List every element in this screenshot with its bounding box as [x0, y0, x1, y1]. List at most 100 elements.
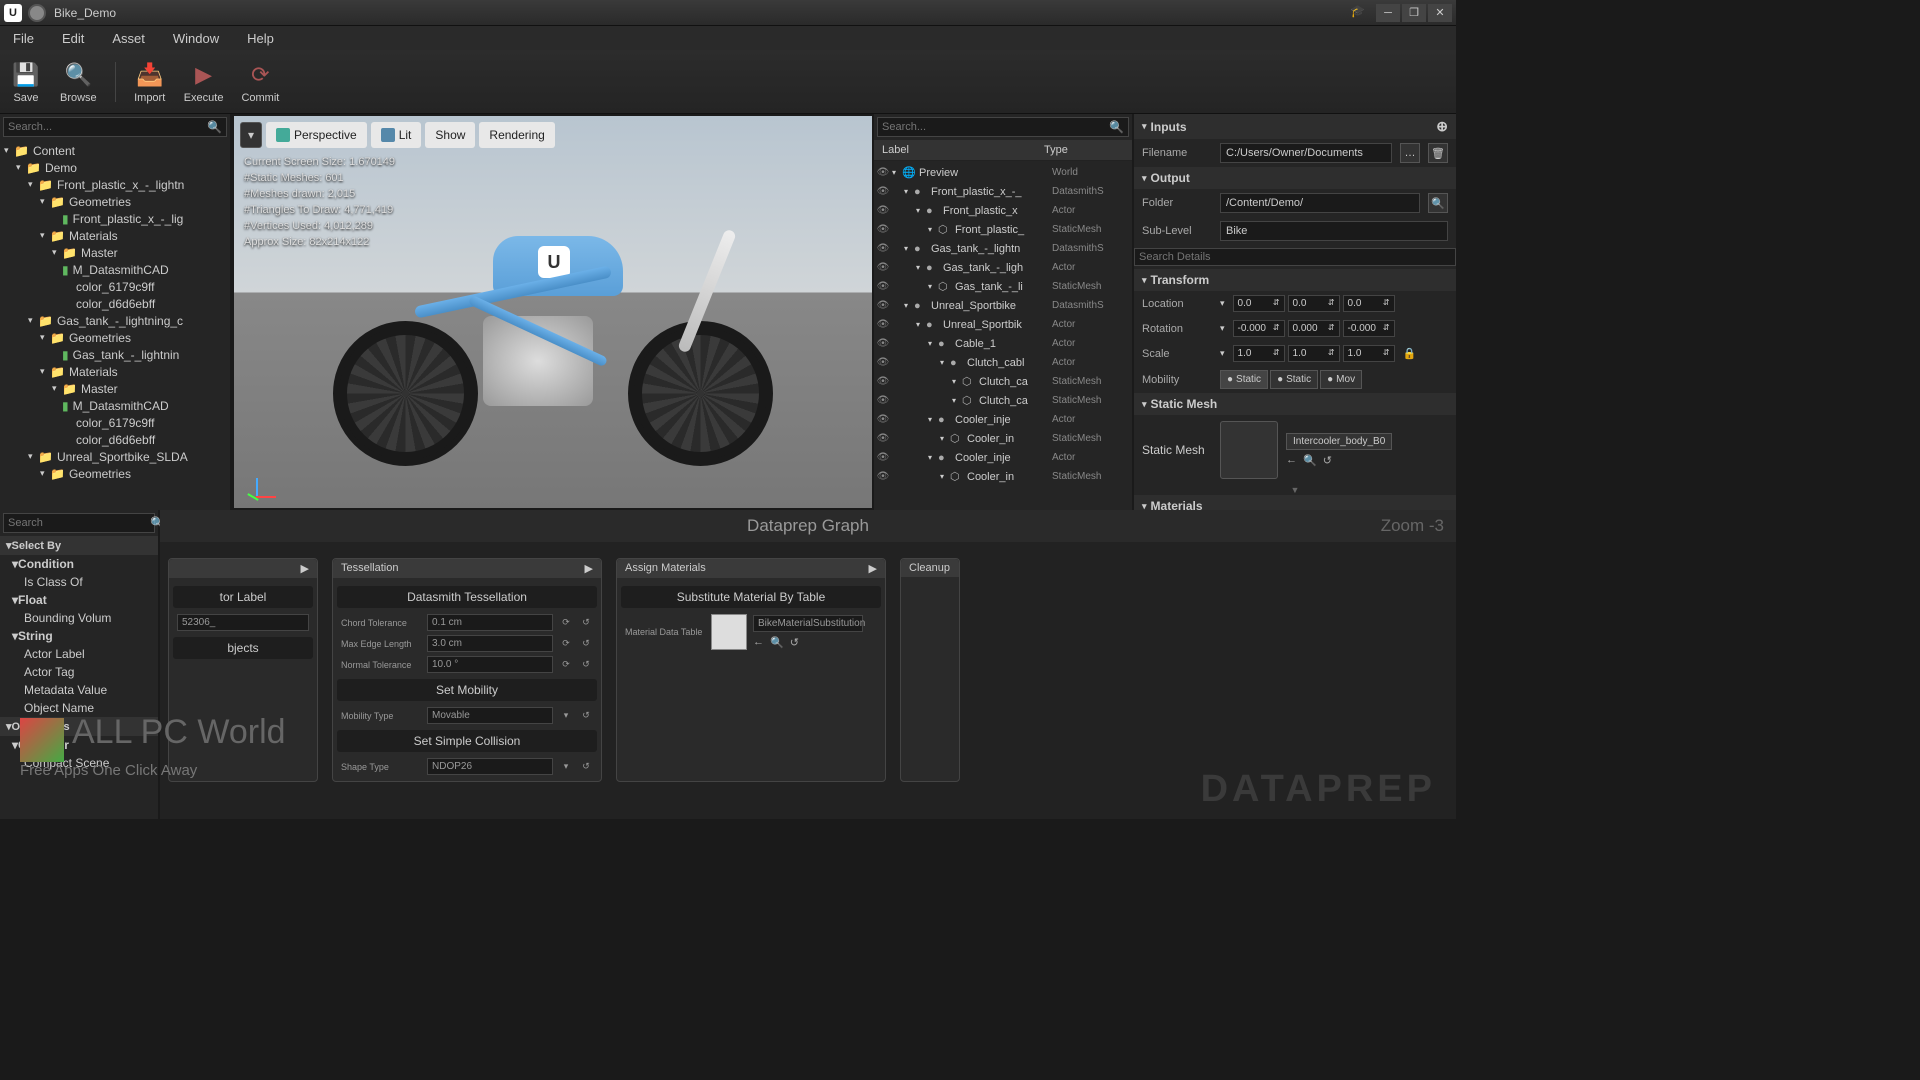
show-button[interactable]: Show: [425, 122, 475, 148]
outliner-search-input[interactable]: [882, 121, 1109, 133]
browse-icon[interactable]: 🔍: [1303, 454, 1317, 467]
selectby-category[interactable]: ▾Float: [0, 591, 158, 609]
maximize-button[interactable]: ❐: [1402, 4, 1426, 22]
menu-file[interactable]: File: [8, 29, 39, 48]
menu-edit[interactable]: Edit: [57, 29, 89, 48]
tree-node[interactable]: ▾📁Geometries: [0, 193, 230, 210]
outliner-row[interactable]: 👁▾⬡Clutch_caStaticMesh: [874, 372, 1132, 391]
transform-field[interactable]: 0.0⇵: [1343, 295, 1395, 312]
staticmesh-dropdown[interactable]: Intercooler_body_B0: [1286, 433, 1392, 450]
menu-window[interactable]: Window: [168, 29, 224, 48]
outliner-row[interactable]: 👁▾●Unreal_SportbikeDatasmithS: [874, 296, 1132, 315]
graph-node-assignmaterials[interactable]: Assign Materials▶ Substitute Material By…: [616, 558, 886, 782]
outliner-row[interactable]: 👁▾⬡Clutch_caStaticMesh: [874, 391, 1132, 410]
tree-node[interactable]: color_6179c9ff: [0, 414, 230, 431]
tree-node[interactable]: ▾📁Master: [0, 380, 230, 397]
mobility-mov[interactable]: ●Mov: [1320, 370, 1362, 389]
tree-node[interactable]: ▾📁Demo: [0, 159, 230, 176]
tree-node[interactable]: ▮M_DatasmithCAD: [0, 261, 230, 278]
outliner-row[interactable]: 👁▾⬡Front_plastic_StaticMesh: [874, 220, 1132, 239]
outliner-tree[interactable]: 👁▾🌐PreviewWorld👁▾●Front_plastic_x_-_Data…: [874, 161, 1132, 510]
delete-file-button[interactable]: 🗑: [1428, 143, 1448, 163]
tree-node[interactable]: ▾📁Geometries: [0, 465, 230, 482]
transform-field[interactable]: 0.000⇵: [1288, 320, 1340, 337]
rendering-button[interactable]: Rendering: [479, 122, 554, 148]
import-button[interactable]: 📥Import: [134, 60, 166, 104]
tree-node[interactable]: color_d6d6ebff: [0, 295, 230, 312]
use-arrow-icon[interactable]: ←: [1286, 454, 1297, 467]
selectby-item[interactable]: Metadata Value: [0, 681, 158, 699]
selectby-search-input[interactable]: [8, 517, 150, 529]
outliner-row[interactable]: 👁▾🌐PreviewWorld: [874, 163, 1132, 182]
tree-node[interactable]: ▾📁Gas_tank_-_lightning_c: [0, 312, 230, 329]
graph-node-tessellation[interactable]: Tessellation▶ Datasmith Tessellation Cho…: [332, 558, 602, 782]
tree-node[interactable]: color_6179c9ff: [0, 278, 230, 295]
menu-help[interactable]: Help: [242, 29, 279, 48]
transform-field[interactable]: -0.000⇵: [1233, 320, 1285, 337]
selectby-item[interactable]: Is Class Of: [0, 573, 158, 591]
selectby-item[interactable]: Actor Tag: [0, 663, 158, 681]
content-search[interactable]: 🔍: [3, 117, 227, 137]
tree-node[interactable]: ▮M_DatasmithCAD: [0, 397, 230, 414]
tree-node[interactable]: ▾📁Materials: [0, 227, 230, 244]
tree-node[interactable]: color_d6d6ebff: [0, 431, 230, 448]
selectby-header[interactable]: ▾Select By: [0, 536, 158, 555]
tree-node[interactable]: ▾📁Geometries: [0, 329, 230, 346]
browse-button[interactable]: 🔍Browse: [60, 60, 97, 104]
selectby-category[interactable]: ▾Condition: [0, 555, 158, 573]
content-search-input[interactable]: [8, 121, 207, 133]
transform-field[interactable]: -0.000⇵: [1343, 320, 1395, 337]
inputs-header[interactable]: ▾Inputs⊕: [1134, 114, 1456, 139]
reset-icon[interactable]: ↺: [1323, 454, 1332, 467]
tree-node[interactable]: ▾📁Front_plastic_x_-_lightn: [0, 176, 230, 193]
save-button[interactable]: 💾Save: [10, 60, 42, 104]
outliner-search[interactable]: 🔍: [877, 117, 1129, 137]
graph-node-cleanup[interactable]: Cleanup: [900, 558, 960, 782]
menu-asset[interactable]: Asset: [107, 29, 150, 48]
staticmesh-header[interactable]: ▾Static Mesh: [1134, 393, 1456, 415]
outliner-row[interactable]: 👁▾⬡Cooler_inStaticMesh: [874, 429, 1132, 448]
selectby-item[interactable]: Bounding Volum: [0, 609, 158, 627]
transform-field[interactable]: 1.0⇵: [1288, 345, 1340, 362]
transform-header[interactable]: ▾Transform: [1134, 269, 1456, 291]
execute-button[interactable]: ▶Execute: [184, 60, 224, 104]
tree-node[interactable]: ▮Front_plastic_x_-_lig: [0, 210, 230, 227]
minimize-button[interactable]: ─: [1376, 4, 1400, 22]
outliner-row[interactable]: 👁▾⬡Cooler_inStaticMesh: [874, 467, 1132, 486]
tree-node[interactable]: ▾📁Master: [0, 244, 230, 261]
outliner-row[interactable]: 👁▾●Cable_1Actor: [874, 334, 1132, 353]
tree-node[interactable]: ▾📁Content: [0, 142, 230, 159]
outliner-header[interactable]: Label Type: [874, 140, 1132, 161]
staticmesh-thumbnail[interactable]: [1220, 421, 1278, 479]
outliner-row[interactable]: 👁▾●Cooler_injeActor: [874, 410, 1132, 429]
lock-icon[interactable]: 🔒: [1403, 347, 1417, 360]
transform-field[interactable]: 0.0⇵: [1288, 295, 1340, 312]
dataprep-graph[interactable]: Dataprep Graph Zoom -3 DATAPREP ▶ tor La…: [160, 510, 1456, 819]
outliner-row[interactable]: 👁▾●Clutch_cablActor: [874, 353, 1132, 372]
add-input-button[interactable]: ⊕: [1436, 118, 1448, 135]
folder-field[interactable]: /Content/Demo/: [1220, 193, 1420, 213]
tree-node[interactable]: ▮Gas_tank_-_lightnin: [0, 346, 230, 363]
outliner-row[interactable]: 👁▾●Gas_tank_-_lighActor: [874, 258, 1132, 277]
mobility-static[interactable]: ●Static: [1270, 370, 1318, 389]
tree-node[interactable]: ▾📁Unreal_Sportbike_SLDA: [0, 448, 230, 465]
transform-field[interactable]: 1.0⇵: [1233, 345, 1285, 362]
browse-folder-button[interactable]: 🔍: [1428, 193, 1448, 213]
outliner-row[interactable]: 👁▾●Front_plastic_x_-_DatasmithS: [874, 182, 1132, 201]
transform-field[interactable]: 1.0⇵: [1343, 345, 1395, 362]
lit-button[interactable]: Lit: [371, 122, 422, 148]
commit-button[interactable]: ⟳Commit: [241, 60, 279, 104]
perspective-button[interactable]: Perspective: [266, 122, 367, 148]
outliner-row[interactable]: 👁▾●Cooler_injeActor: [874, 448, 1132, 467]
details-search-input[interactable]: [1139, 251, 1451, 263]
viewport-options-dropdown[interactable]: ▾: [240, 122, 262, 148]
graduation-cap-icon[interactable]: 🎓: [1350, 4, 1368, 22]
close-button[interactable]: ✕: [1428, 4, 1452, 22]
selectby-category[interactable]: ▾String: [0, 627, 158, 645]
selectby-item[interactable]: Actor Label: [0, 645, 158, 663]
tree-node[interactable]: ▾📁Materials: [0, 363, 230, 380]
browse-file-button[interactable]: …: [1400, 143, 1420, 163]
sublevel-field[interactable]: Bike: [1220, 221, 1448, 241]
filename-field[interactable]: C:/Users/Owner/Documents: [1220, 143, 1392, 163]
mobility-static[interactable]: ●Static: [1220, 370, 1268, 389]
